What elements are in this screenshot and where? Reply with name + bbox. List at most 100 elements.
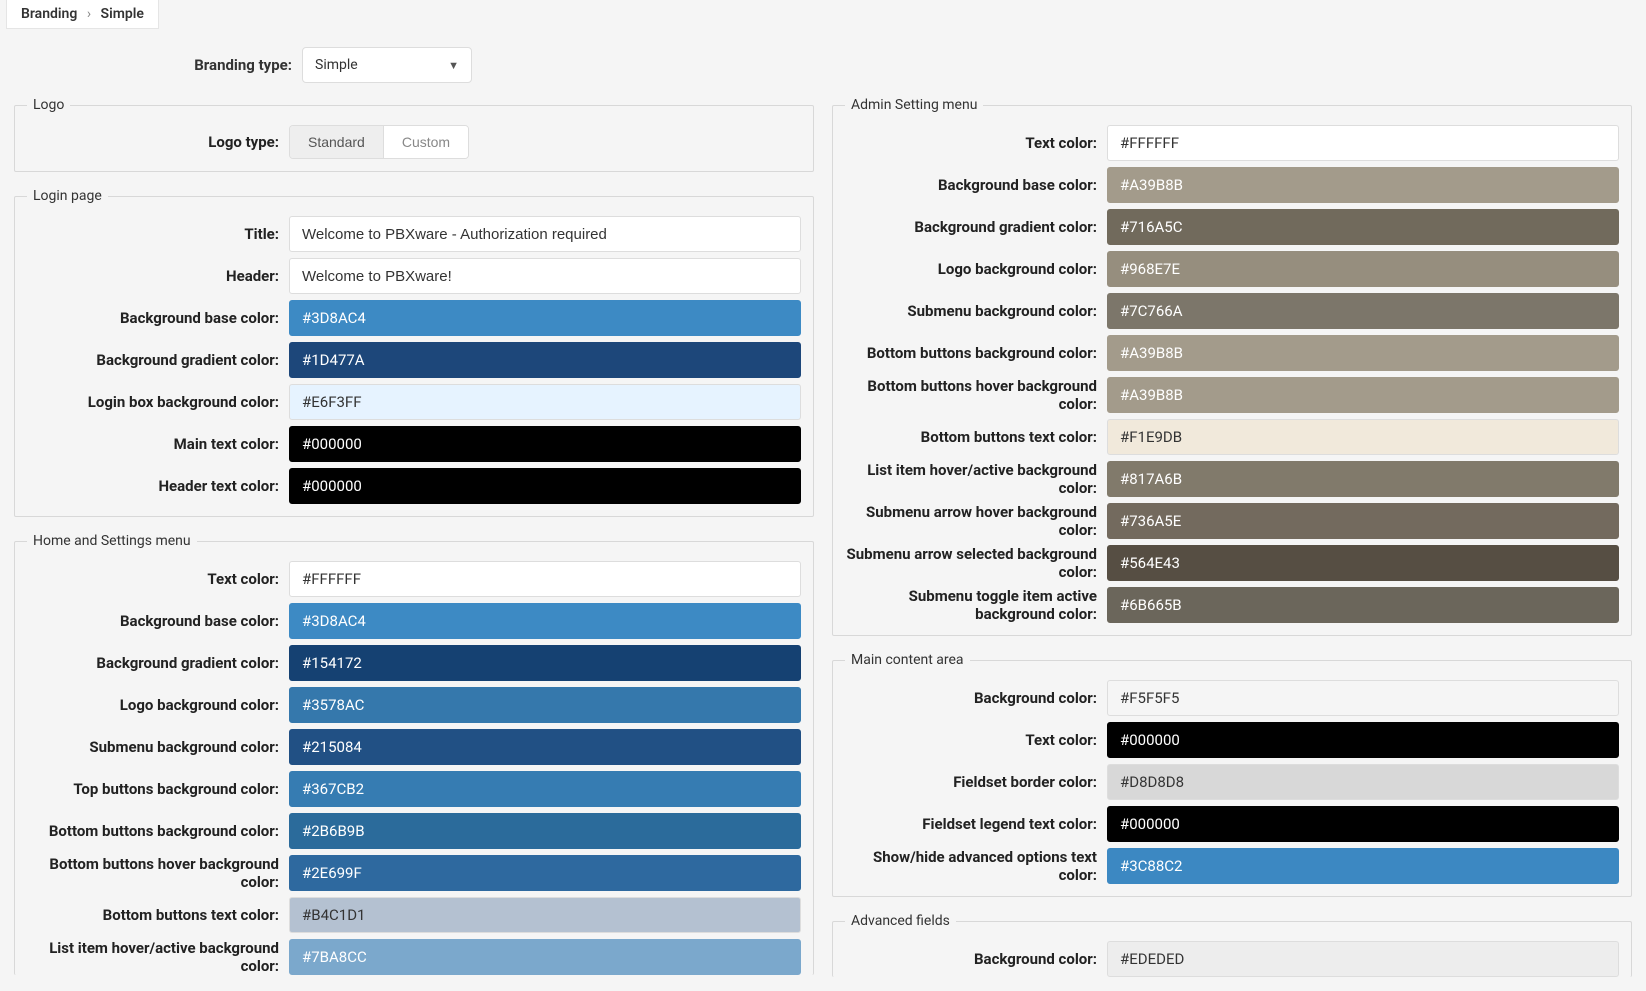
color-input[interactable]: [1107, 680, 1619, 716]
field-row: Text color:: [845, 722, 1619, 758]
field-row: Bottom buttons background color:: [845, 335, 1619, 371]
field-label: Bottom buttons text color:: [845, 428, 1107, 446]
field-label: Submenu background color:: [27, 738, 289, 756]
color-input[interactable]: [289, 813, 801, 849]
field-control: [289, 426, 801, 462]
field-label: List item hover/active background color:: [27, 939, 289, 975]
field-control: [289, 342, 801, 378]
field-row: Background base color:: [27, 300, 801, 336]
field-row: Background gradient color:: [27, 645, 801, 681]
color-input[interactable]: [289, 300, 801, 336]
color-input[interactable]: [289, 729, 801, 765]
logo-type-custom[interactable]: Custom: [383, 126, 468, 158]
color-input[interactable]: [289, 342, 801, 378]
color-input[interactable]: [1107, 167, 1619, 203]
field-label: Logo background color:: [27, 696, 289, 714]
field-row: Bottom buttons background color:: [27, 813, 801, 849]
color-input[interactable]: [289, 384, 801, 420]
field-label: Show/hide advanced options text color:: [845, 848, 1107, 884]
color-input[interactable]: [1107, 848, 1619, 884]
color-input[interactable]: [289, 426, 801, 462]
field-control: [289, 384, 801, 420]
field-label: Background color:: [845, 689, 1107, 707]
color-input[interactable]: [289, 687, 801, 723]
field-label: Background base color:: [845, 176, 1107, 194]
color-input[interactable]: [1107, 545, 1619, 581]
color-input[interactable]: [289, 468, 801, 504]
branding-type-select[interactable]: Simple ▼: [302, 47, 472, 83]
field-row: Logo background color:: [27, 687, 801, 723]
field-label: Bottom buttons background color:: [27, 822, 289, 840]
color-input[interactable]: [1107, 806, 1619, 842]
breadcrumb: Branding › Simple: [6, 0, 159, 29]
breadcrumb-root[interactable]: Branding: [21, 6, 77, 22]
field-control: [289, 855, 801, 891]
fieldset-advanced-fields: Advanced fields Background color:: [832, 913, 1632, 977]
color-input[interactable]: [1107, 251, 1619, 287]
field-row: Background base color:: [845, 167, 1619, 203]
field-control: [289, 687, 801, 723]
field-label: Background gradient color:: [845, 218, 1107, 236]
color-input[interactable]: [289, 561, 801, 597]
field-label: Background base color:: [27, 612, 289, 630]
field-row: Logo background color:: [845, 251, 1619, 287]
field-row: Submenu arrow hover background color:: [845, 503, 1619, 539]
field-row: Text color:: [27, 561, 801, 597]
field-control: [289, 258, 801, 294]
color-input[interactable]: [1107, 209, 1619, 245]
color-input[interactable]: [1107, 587, 1619, 623]
chevron-down-icon: ▼: [448, 59, 459, 72]
field-control: [1107, 503, 1619, 539]
color-input[interactable]: [1107, 335, 1619, 371]
field-row: Background base color:: [27, 603, 801, 639]
field-control: [289, 645, 801, 681]
field-row: Bottom buttons hover background color:: [845, 377, 1619, 413]
color-input[interactable]: [289, 939, 801, 975]
field-control: [289, 300, 801, 336]
breadcrumb-leaf[interactable]: Simple: [101, 6, 144, 22]
color-input[interactable]: [1107, 419, 1619, 455]
legend-main-content: Main content area: [845, 652, 970, 668]
right-column: Admin Setting menu Text color:Background…: [832, 97, 1632, 977]
field-label: Logo background color:: [845, 260, 1107, 278]
field-label: Submenu toggle item active background co…: [845, 587, 1107, 623]
field-label: Bottom buttons background color:: [845, 344, 1107, 362]
text-input[interactable]: [289, 216, 801, 252]
field-label: Bottom buttons hover background color:: [27, 855, 289, 891]
field-control: [289, 561, 801, 597]
field-label: Submenu background color:: [845, 302, 1107, 320]
color-input[interactable]: [1107, 125, 1619, 161]
field-row: Fieldset border color:: [845, 764, 1619, 800]
color-input[interactable]: [1107, 722, 1619, 758]
field-control: [289, 771, 801, 807]
field-control: [1107, 722, 1619, 758]
text-input[interactable]: [289, 258, 801, 294]
field-control: [1107, 806, 1619, 842]
field-label: Background base color:: [27, 309, 289, 327]
left-column: Logo Logo type: Standard Custom Login pa…: [14, 97, 814, 975]
field-label: Background color:: [845, 950, 1107, 968]
color-input[interactable]: [289, 771, 801, 807]
branding-type-label: Branding type:: [14, 56, 302, 74]
color-input[interactable]: [1107, 503, 1619, 539]
fieldset-home-menu: Home and Settings menu Text color:Backgr…: [14, 533, 814, 975]
field-control: [1107, 587, 1619, 623]
color-input[interactable]: [289, 897, 801, 933]
color-input[interactable]: [1107, 293, 1619, 329]
legend-logo: Logo: [27, 97, 70, 113]
field-row: Submenu background color:: [845, 293, 1619, 329]
field-control: [289, 468, 801, 504]
color-input[interactable]: [1107, 461, 1619, 497]
color-input[interactable]: [289, 603, 801, 639]
color-input[interactable]: [289, 855, 801, 891]
color-input[interactable]: [1107, 941, 1619, 977]
color-input[interactable]: [1107, 764, 1619, 800]
color-input[interactable]: [289, 645, 801, 681]
logo-type-standard[interactable]: Standard: [290, 126, 383, 158]
field-label: Main text color:: [27, 435, 289, 453]
field-control: [1107, 680, 1619, 716]
color-input[interactable]: [1107, 377, 1619, 413]
branding-type-value: Simple: [315, 57, 358, 73]
field-row: Bottom buttons text color:: [27, 897, 801, 933]
field-row: Title:: [27, 216, 801, 252]
